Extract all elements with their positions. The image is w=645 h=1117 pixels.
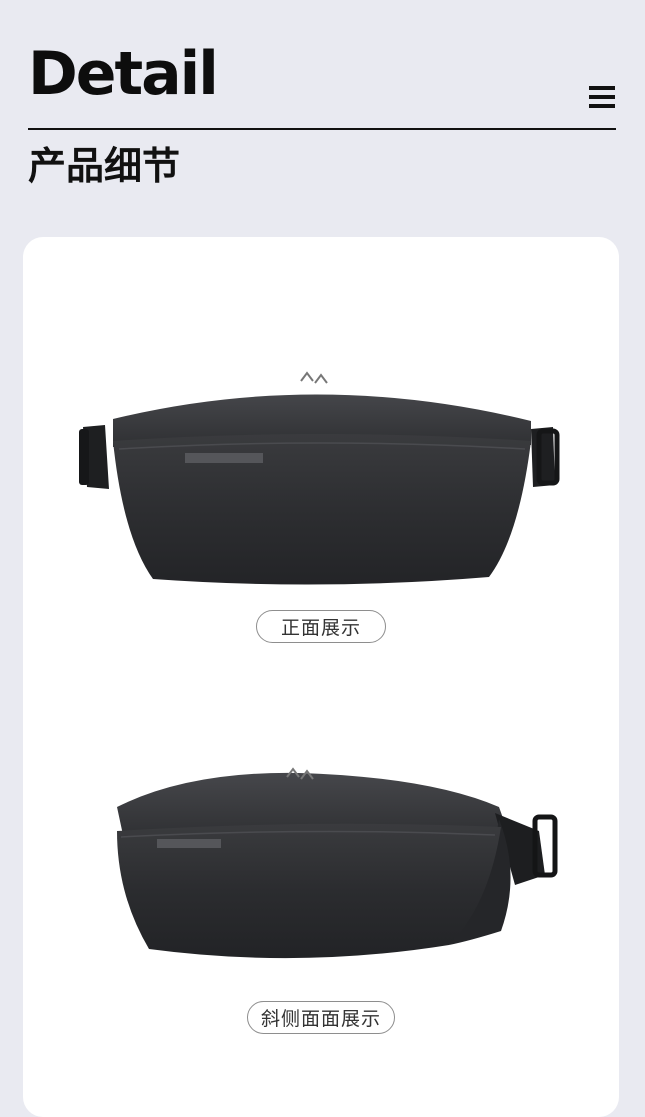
product-detail-card: 正面展示 斜侧面面展示 (23, 237, 619, 1117)
angle-view-caption: 斜侧面面展示 (247, 1001, 395, 1034)
front-view-caption: 正面展示 (256, 610, 386, 643)
header-divider (28, 128, 616, 130)
page-title: Detail (28, 39, 219, 109)
waist-bag-front-image (79, 371, 560, 585)
page-subtitle: 产品细节 (28, 144, 181, 188)
hamburger-menu-icon[interactable] (589, 86, 615, 108)
waist-bag-angle-image (117, 767, 558, 959)
